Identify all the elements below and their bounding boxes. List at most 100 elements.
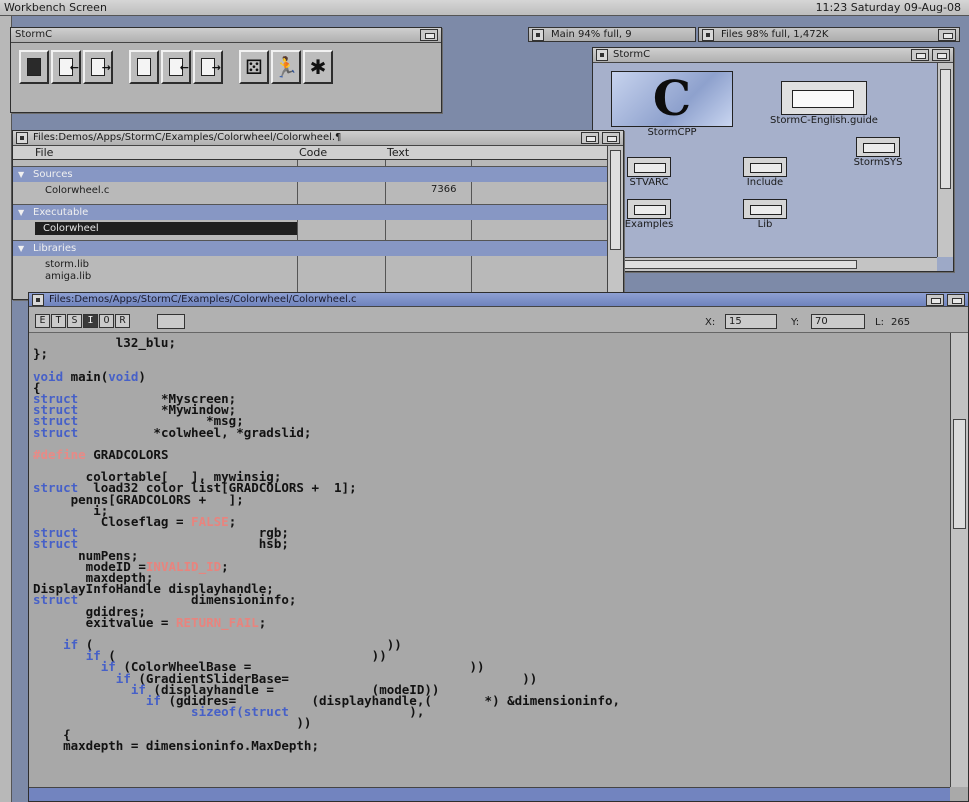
zoom-gadget-icon[interactable]	[581, 132, 599, 144]
main-volume-bar[interactable]: Main 94% full, 9	[528, 27, 696, 42]
mode-button-o[interactable]: O	[99, 314, 114, 328]
stormcpp-tool-icon: C	[611, 71, 733, 127]
depth-gadget-icon[interactable]	[602, 132, 620, 144]
project-file-list: Sources Colorwheel.c 7366 Executable Col…	[13, 160, 607, 299]
mode-button-i[interactable]: I	[83, 314, 98, 328]
section-executable[interactable]: Executable	[13, 204, 607, 220]
editor-toolbar: E T S I O R X: 15 Y: 70 L: 265	[29, 307, 968, 333]
drawer-title-bar[interactable]: StormC	[593, 48, 953, 63]
drawer-icon-lib[interactable]: Lib	[725, 199, 805, 230]
drawer-folder-icon	[627, 199, 671, 219]
scroll-knob[interactable]	[953, 419, 966, 529]
drawer-icon-stormsys[interactable]: StormSYS	[841, 137, 915, 168]
drawer-icon-label: StormC-English.guide	[770, 115, 878, 126]
drawer-icon-stormcpp[interactable]: C StormCPP	[607, 71, 737, 138]
new-project-button[interactable]	[129, 50, 159, 84]
run-button[interactable]: 🏃	[271, 50, 301, 84]
save-project-button[interactable]: →	[193, 50, 223, 84]
drawer-icon-label: Lib	[757, 219, 773, 230]
close-icon[interactable]	[596, 49, 608, 61]
load-project-button[interactable]: ←	[161, 50, 191, 84]
project-title-bar[interactable]: Files:Demos/Apps/StormC/Examples/Colorwh…	[13, 131, 623, 146]
cursor-y-field: 70	[811, 314, 865, 329]
scroll-knob[interactable]	[610, 150, 621, 250]
cursor-x-label: X:	[705, 317, 716, 328]
editor-vertical-scrollbar[interactable]	[950, 333, 968, 787]
stormc-toolbar-window[interactable]: StormC ← → ← → ⚄ 🏃 ✱	[10, 27, 442, 113]
files-volume-bar[interactable]: Files 98% full, 1,472K	[698, 27, 960, 42]
close-icon[interactable]	[702, 29, 714, 41]
line-count-value: 265	[891, 317, 911, 328]
project-window[interactable]: Files:Demos/Apps/StormC/Examples/Colorwh…	[12, 130, 624, 300]
drawer-icon-guide[interactable]: StormC-English.guide	[749, 81, 899, 126]
code-editor-area[interactable]: l32_blu; }; void main(void) { struct *My…	[29, 333, 950, 787]
drawer-title: StormC	[613, 49, 651, 60]
drawer-folder-icon	[856, 137, 900, 157]
save-icon: →	[91, 58, 111, 76]
bug-icon: ✱	[309, 55, 327, 79]
close-icon[interactable]	[532, 29, 544, 41]
editor-window[interactable]: Files:Demos/Apps/StormC/Examples/Colorwh…	[28, 292, 969, 802]
toolbar-title-bar[interactable]: StormC	[11, 28, 441, 43]
screen-title-bar: Workbench Screen 11:23 Saturday 09-Aug-0…	[0, 0, 969, 16]
column-code[interactable]: Code	[299, 146, 327, 159]
files-volume-label: Files 98% full, 1,472K	[721, 29, 829, 40]
main-volume-label: Main 94% full, 9	[551, 29, 632, 40]
toolbar-window-title: StormC	[15, 29, 53, 40]
dice-icon: ⚄	[245, 55, 263, 79]
stormc-drawer-window[interactable]: StormC C StormCPP StormC-English.guide S…	[592, 47, 954, 272]
line-count-label: L:	[875, 317, 884, 328]
column-text[interactable]: Text	[387, 146, 409, 159]
clock-display: 11:23 Saturday 09-Aug-08	[815, 1, 961, 14]
list-item[interactable]: amiga.lib	[45, 270, 91, 283]
close-icon[interactable]	[16, 132, 28, 144]
drawer-folder-icon	[743, 199, 787, 219]
section-sources[interactable]: Sources	[13, 166, 607, 182]
screen-title: Workbench Screen	[4, 1, 107, 14]
editor-title-bar[interactable]: Files:Demos/Apps/StormC/Examples/Colorwh…	[29, 293, 968, 307]
editor-horizontal-scrollbar[interactable]	[29, 787, 950, 801]
make-button[interactable]: ⚄	[239, 50, 269, 84]
depth-gadget-icon[interactable]	[938, 29, 956, 41]
drawer-vertical-scrollbar[interactable]	[937, 63, 953, 257]
drawer-folder-icon	[627, 157, 671, 177]
drawer-folder-icon	[743, 157, 787, 177]
list-item-selected[interactable]: Colorwheel	[35, 222, 297, 235]
drawer-icon-label: StormSYS	[853, 157, 903, 168]
drawer-contents: C StormCPP StormC-English.guide StormSYS…	[593, 63, 937, 257]
text-size-value: 7366	[431, 184, 457, 195]
debug-button[interactable]: ✱	[303, 50, 333, 84]
section-libraries[interactable]: Libraries	[13, 240, 607, 256]
zoom-gadget-icon[interactable]	[926, 294, 944, 306]
new-icon	[27, 58, 41, 76]
depth-gadget-icon[interactable]	[420, 29, 438, 41]
drawer-icon-label: StormCPP	[647, 127, 697, 138]
close-icon[interactable]	[32, 294, 44, 306]
running-man-icon: 🏃	[273, 55, 299, 79]
depth-gadget-icon[interactable]	[947, 294, 965, 306]
editor-status-field	[157, 314, 185, 329]
project-title: Files:Demos/Apps/StormC/Examples/Colorwh…	[33, 132, 342, 143]
save-project-icon: →	[201, 58, 221, 76]
scroll-knob[interactable]	[597, 260, 857, 269]
drawer-icon-include[interactable]: Include	[725, 157, 805, 188]
mode-button-e[interactable]: E	[35, 314, 50, 328]
cursor-x-field: 15	[725, 314, 777, 329]
column-file[interactable]: File	[35, 146, 53, 159]
mode-button-t[interactable]: T	[51, 314, 66, 328]
left-edge-strip	[0, 16, 12, 802]
save-file-button[interactable]: →	[83, 50, 113, 84]
project-vertical-scrollbar[interactable]	[607, 146, 623, 299]
zoom-gadget-icon[interactable]	[911, 49, 929, 61]
depth-gadget-icon[interactable]	[932, 49, 950, 61]
list-item[interactable]: Colorwheel.c	[45, 184, 109, 197]
mode-button-s[interactable]: S	[67, 314, 82, 328]
drawer-horizontal-scrollbar[interactable]	[593, 257, 937, 271]
load-file-button[interactable]: ←	[51, 50, 81, 84]
guide-document-icon	[781, 81, 867, 115]
mode-button-r[interactable]: R	[115, 314, 130, 328]
load-project-icon: ←	[169, 58, 189, 76]
new-project-icon	[137, 58, 151, 76]
scroll-knob[interactable]	[940, 69, 951, 189]
new-file-button[interactable]	[19, 50, 49, 84]
